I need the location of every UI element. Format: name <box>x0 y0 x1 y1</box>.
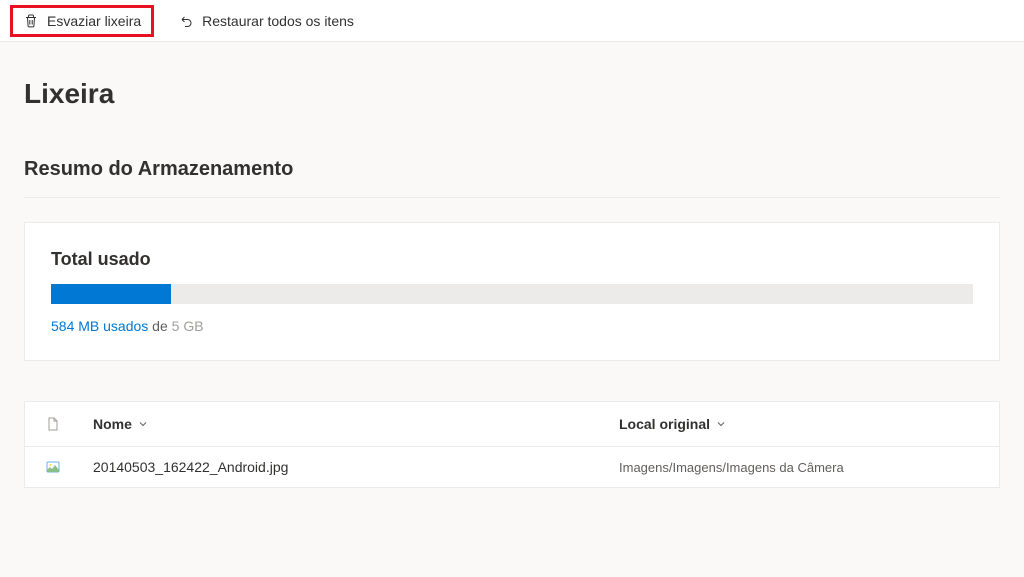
storage-progress-bar <box>51 284 973 304</box>
storage-summary-card: Total usado 584 MB usados de 5 GB <box>24 222 1000 361</box>
column-header-name[interactable]: Nome <box>93 416 619 432</box>
storage-total-label: Total usado <box>51 249 973 270</box>
row-file-name: 20140503_162422_Android.jpg <box>93 459 619 475</box>
restore-all-label: Restaurar todos os itens <box>202 13 354 29</box>
column-location-label: Local original <box>619 416 710 432</box>
table-header-row: Nome Local original <box>25 402 999 447</box>
toolbar: Esvaziar lixeira Restaurar todos os iten… <box>0 0 1024 42</box>
image-icon <box>45 459 61 475</box>
row-file-location: Imagens/Imagens/Imagens da Câmera <box>619 460 979 475</box>
file-location-text: Imagens/Imagens/Imagens da Câmera <box>619 460 844 475</box>
page-title: Lixeira <box>24 78 1000 110</box>
restore-all-button[interactable]: Restaurar todos os itens <box>168 7 364 35</box>
storage-usage-text: 584 MB usados de 5 GB <box>51 318 973 334</box>
storage-used-link[interactable]: 584 MB usados <box>51 318 148 334</box>
empty-bin-button[interactable]: Esvaziar lixeira <box>10 5 154 37</box>
storage-total-text: 5 GB <box>172 318 204 334</box>
file-icon <box>45 416 61 432</box>
main-content: Lixeira Resumo do Armazenamento Total us… <box>0 42 1024 512</box>
chevron-down-icon <box>716 419 726 429</box>
column-name-label: Nome <box>93 416 132 432</box>
storage-progress-fill <box>51 284 171 304</box>
file-name-text: 20140503_162422_Android.jpg <box>93 459 288 475</box>
column-header-icon <box>45 416 93 432</box>
trash-icon <box>23 13 39 29</box>
file-table: Nome Local original <box>24 401 1000 488</box>
chevron-down-icon <box>138 419 148 429</box>
storage-section-title: Resumo do Armazenamento <box>24 158 1000 181</box>
row-file-type-icon <box>45 459 93 475</box>
undo-icon <box>178 13 194 29</box>
column-header-location[interactable]: Local original <box>619 416 979 432</box>
table-row[interactable]: 20140503_162422_Android.jpg Imagens/Imag… <box>25 447 999 487</box>
storage-of-text: de <box>148 318 171 334</box>
empty-bin-label: Esvaziar lixeira <box>47 13 141 29</box>
section-divider <box>24 197 1000 198</box>
